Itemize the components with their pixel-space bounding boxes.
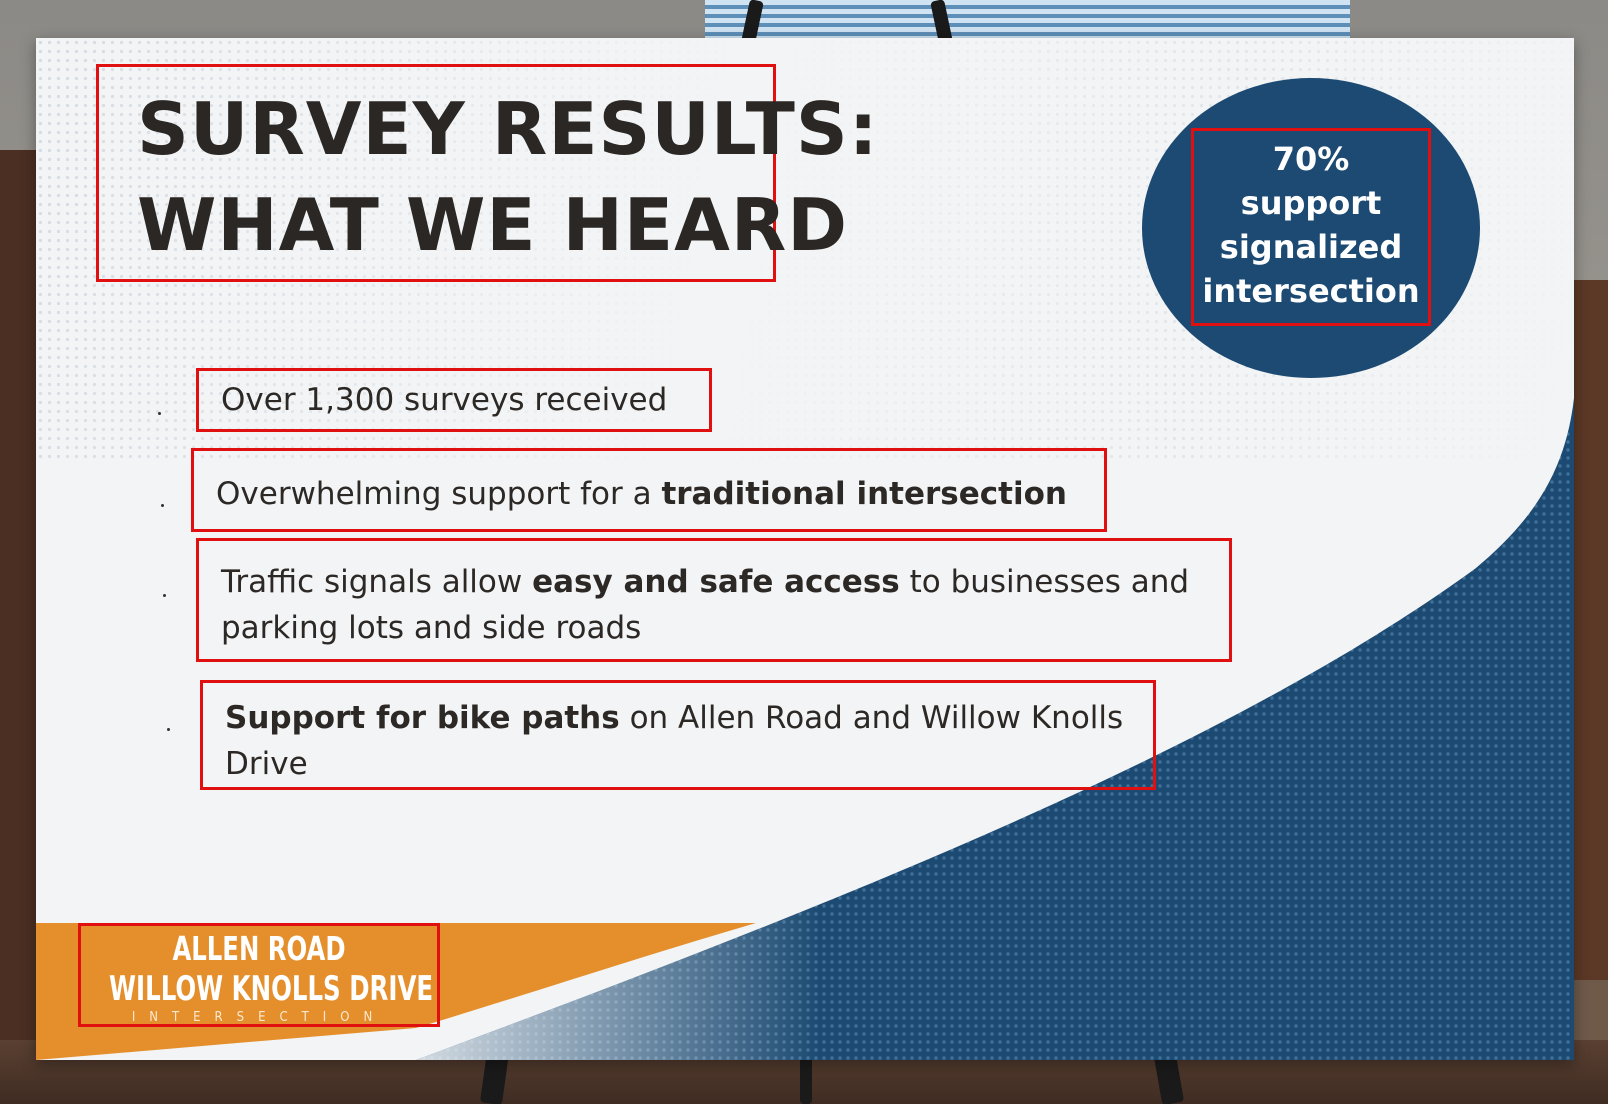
poster-title: SURVEY RESULTS: WHAT WE HEARD [96, 64, 879, 282]
logo-line-2: WILLOW KNOLLS DRIVE [109, 969, 434, 1009]
badge-line-4: intersection [1202, 272, 1420, 310]
bullet-text-segment: to businesses and [899, 564, 1190, 600]
poster-board: SURVEY RESULTS: WHAT WE HEARD 70% suppor… [36, 38, 1574, 1060]
bullet-text-segment: easy and safe access [532, 564, 900, 600]
logo-line-3: INTERSECTION [131, 1010, 387, 1025]
bullet-text-segment: parking lots and side roads [221, 610, 642, 646]
bullet-text-segment: Overwhelming support for a [216, 476, 662, 512]
project-logo: ALLEN ROAD WILLOW KNOLLS DRIVE INTERSECT… [78, 923, 440, 1027]
bullet-marker-4 [167, 728, 170, 731]
bullet-item-bike-paths: Support for bike paths on Allen Road and… [200, 680, 1156, 790]
bullet-marker-1 [158, 412, 161, 415]
bullet-text-segment: Traffic signals allow [221, 564, 533, 600]
bullet-text-segment: Over 1,300 surveys received [221, 382, 668, 418]
logo-line-1: ALLEN ROAD [172, 929, 346, 968]
bullet-text-segment: traditional intersection [661, 476, 1067, 512]
bullet-marker-3 [163, 594, 166, 597]
bullet-item-traditional-intersection: Overwhelming support for a traditional i… [191, 448, 1107, 532]
bullet-text-segment: Drive [225, 746, 308, 782]
bullet-item-traffic-signals: Traffic signals allow easy and safe acce… [196, 538, 1232, 662]
bullet-text-segment: Support for bike paths [225, 700, 620, 736]
badge-percent: 70% [1272, 140, 1350, 178]
photo-scene: SURVEY RESULTS: WHAT WE HEARD 70% suppor… [0, 0, 1608, 1104]
title-line-1: SURVEY RESULTS: [137, 87, 879, 171]
title-line-2: WHAT WE HEARD [137, 183, 849, 267]
bullet-marker-2 [161, 504, 164, 507]
door [0, 150, 40, 1050]
bullet-text-segment: on Allen Road and Willow Knolls [619, 700, 1124, 736]
badge-line-3: signalized [1219, 228, 1403, 266]
bullet-item-surveys: Over 1,300 surveys received [196, 368, 712, 432]
badge-line-2: support [1240, 184, 1382, 222]
support-badge: 70% support signalized intersection [1191, 128, 1431, 326]
